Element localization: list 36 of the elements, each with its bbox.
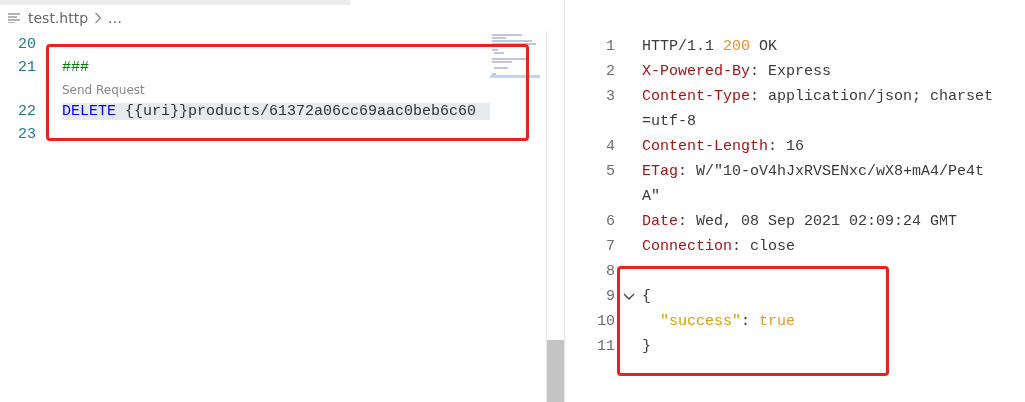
- line-number: 4: [605, 138, 615, 155]
- response-line: =utf-8: [642, 113, 696, 130]
- response-line: X-Powered-By: Express: [642, 63, 832, 80]
- line-number: 10: [596, 313, 615, 330]
- line-number: 3: [605, 88, 615, 105]
- response-line: HTTP/1.1 200 OK: [642, 38, 778, 55]
- line-number: 1: [605, 38, 615, 55]
- line-number: 5: [605, 163, 615, 180]
- line-number: 21: [17, 59, 36, 76]
- line-number: 2: [605, 63, 615, 80]
- code-line: ###: [62, 59, 89, 76]
- response-line: {: [642, 288, 651, 305]
- line-number: 20: [17, 36, 36, 53]
- breadcrumb-file[interactable]: test.http: [28, 10, 89, 26]
- line-number: 22: [17, 103, 36, 120]
- text-lines-icon: [8, 13, 20, 23]
- response-line: ETag: W/"10-oV4hJxRVSENxc/wX8+mA4/Pe4t: [642, 163, 985, 180]
- send-request-link[interactable]: Send Request: [62, 82, 145, 97]
- line-number: 6: [605, 213, 615, 230]
- response-line: Content-Length: 16: [642, 138, 805, 155]
- response-line: A": [642, 188, 660, 205]
- minimap-drawing: [490, 33, 540, 79]
- line-number: 9: [605, 288, 615, 305]
- response-line: Connection: close: [642, 238, 796, 255]
- response-line: }: [642, 338, 651, 355]
- chevron-down-icon[interactable]: [622, 292, 635, 301]
- response-line: Content-Type: application/json; charset: [642, 88, 994, 105]
- chevron-right-icon: [94, 12, 103, 24]
- line-number: 8: [605, 263, 615, 280]
- line-number: 7: [605, 238, 615, 255]
- response-line: "success": true: [659, 313, 796, 330]
- breadcrumb-ellipsis[interactable]: …: [108, 10, 123, 26]
- scrollbar-thumb[interactable]: [547, 340, 564, 402]
- line-number: 23: [17, 126, 36, 143]
- line-number: 11: [596, 338, 615, 355]
- response-line: Date: Wed, 08 Sep 2021 02:09:24 GMT: [642, 213, 958, 230]
